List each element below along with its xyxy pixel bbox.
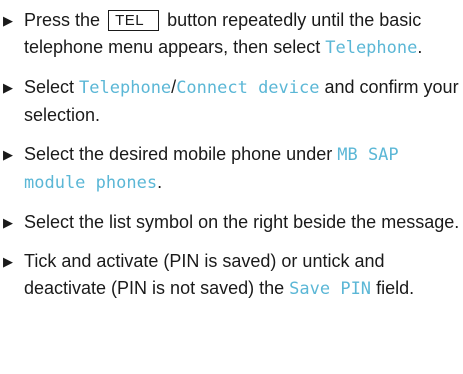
menu-item-telephone: Telephone: [325, 38, 418, 58]
step-4: ▶ Select the list symbol on the right be…: [0, 209, 463, 236]
tel-key-label: TEL: [108, 10, 160, 31]
menu-item-save-pin: Save PIN: [289, 279, 372, 299]
bullet-arrow-icon: ▶: [3, 80, 13, 95]
step-5: ▶ Tick and activate (PIN is saved) or un…: [0, 248, 463, 303]
bullet-arrow-icon: ▶: [3, 13, 13, 28]
menu-item-telephone: Telephone: [79, 78, 172, 98]
bullet-arrow-icon: ▶: [3, 215, 13, 230]
step-text: .: [157, 172, 163, 192]
bullet-arrow-icon: ▶: [3, 147, 13, 162]
step-1: ▶ Press the TEL button repeatedly until …: [0, 7, 463, 62]
step-text: field.: [376, 278, 415, 298]
step-text: Select the desired mobile phone under: [24, 144, 333, 164]
step-3: ▶ Select the desired mobile phone under …: [0, 141, 463, 197]
step-text: Press the: [24, 10, 101, 30]
step-text: Select the list symbol on the right besi…: [24, 212, 460, 232]
bullet-arrow-icon: ▶: [3, 254, 13, 269]
step-2: ▶ Select Telephone/Connect device and co…: [0, 74, 463, 129]
menu-item-connect-device: Connect device: [176, 78, 320, 98]
instruction-list: ▶ Press the TEL button repeatedly until …: [0, 7, 463, 315]
step-text: .: [417, 37, 423, 57]
step-text: Select: [24, 77, 75, 97]
